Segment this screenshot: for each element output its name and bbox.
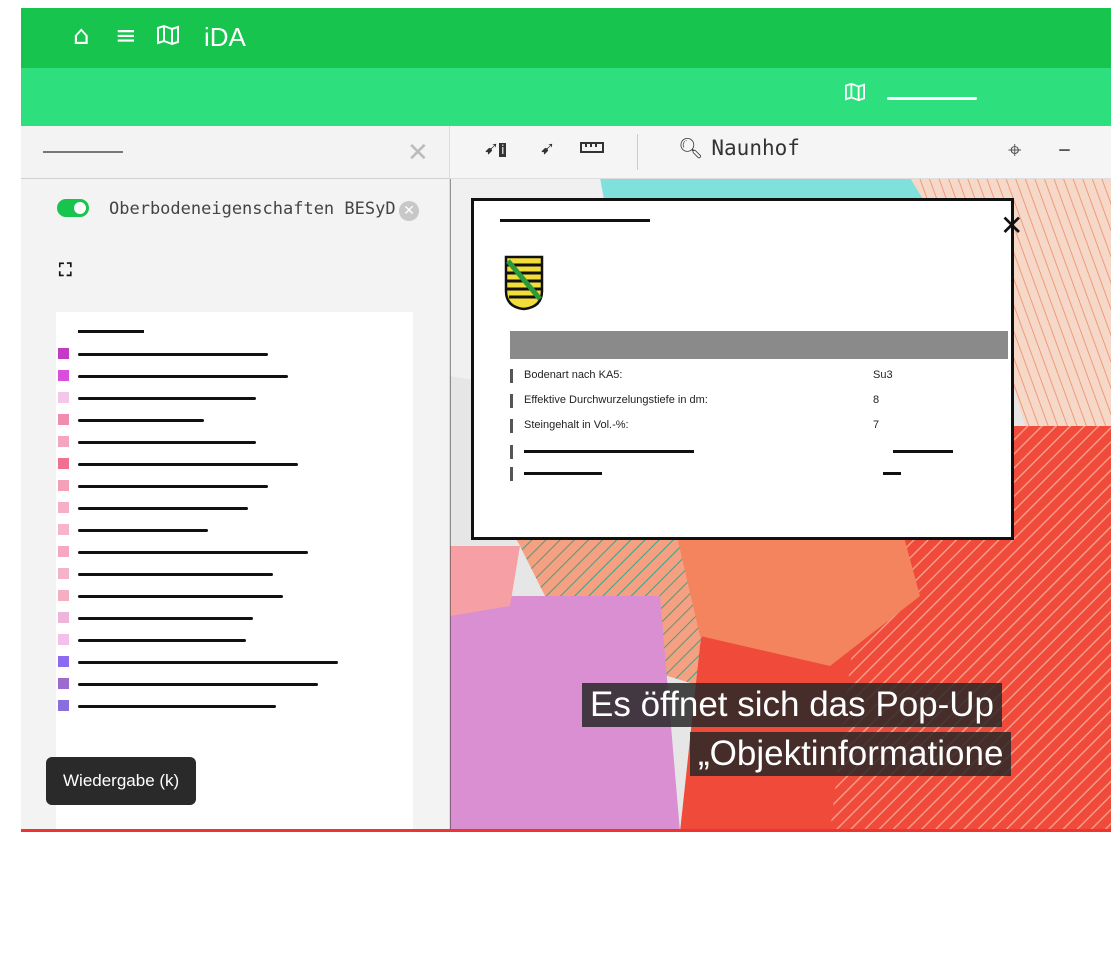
toolbar-separator (637, 134, 638, 170)
legend-label-placeholder (78, 397, 256, 400)
legend-label-placeholder (78, 529, 208, 532)
legend-label-placeholder (78, 419, 204, 422)
layer-visibility-toggle[interactable] (57, 199, 89, 217)
app-title: iDA (204, 22, 246, 52)
legend-swatch (58, 546, 69, 557)
legend-swatch (58, 370, 69, 381)
legend-swatch (58, 348, 69, 359)
ruler-icon[interactable] (580, 138, 604, 159)
legend-swatch (58, 480, 69, 491)
locate-icon[interactable]: ⌖ (1008, 136, 1022, 164)
legend-heading (78, 330, 144, 333)
map-search[interactable]: 🔍︎ Naunhof (678, 136, 800, 161)
video-subtitle-line-2: „Objektinformatione (690, 732, 1012, 776)
map-toolbar: ➹ i ➹ 🔍︎ Naunhof ⌖ – (450, 126, 1111, 179)
legend-swatch (58, 634, 69, 645)
property-value: 7 (873, 419, 880, 431)
property-value: Su3 (873, 369, 893, 381)
zoom-out-icon[interactable]: – (1058, 134, 1071, 164)
legend-label-placeholder (78, 485, 268, 488)
property-value: 8 (873, 394, 880, 406)
playback-tooltip: Wiedergabe (k) (46, 757, 197, 805)
legend-label-placeholder (78, 463, 298, 466)
search-input[interactable]: Naunhof (711, 136, 800, 160)
legend-label-placeholder (78, 705, 276, 708)
legend-label-placeholder (78, 617, 253, 620)
legend-label-placeholder (78, 639, 246, 642)
sidebar-header: ✕ (21, 126, 449, 179)
video-subtitle-line-1: Es öffnet sich das Pop-Up (582, 683, 1003, 727)
legend-label-placeholder (78, 441, 256, 444)
legend-swatch (58, 700, 69, 711)
property-key: Bodenart nach KA5: (524, 369, 623, 381)
saxony-crest-icon (504, 255, 544, 311)
layer-name: Oberbodeneigenschaften BESyD (109, 199, 396, 219)
search-icon: 🔍︎ (678, 136, 704, 160)
legend-swatch (58, 436, 69, 447)
map-icon[interactable] (156, 23, 180, 53)
property-key: Effektive Durchwurzelungstiefe in dm: (524, 394, 708, 406)
info-cursor-icon[interactable]: ➹ i (484, 138, 507, 159)
sidebar-title-placeholder (43, 151, 123, 153)
expand-icon[interactable]: ⛶ (59, 260, 72, 281)
pointer-icon[interactable]: ➹ (540, 138, 555, 159)
object-info-popup: ✕ Bodenart nach KA5: Su3 Effektive Durchwu… (471, 198, 1023, 540)
popup-title-placeholder (500, 219, 650, 222)
legend-swatch (58, 656, 69, 667)
legend-swatch (58, 392, 69, 403)
legend-swatch (58, 502, 69, 513)
layer-legend (56, 312, 413, 958)
legend-swatch (58, 590, 69, 601)
legend-label-placeholder (78, 595, 283, 598)
map-title-bar (21, 68, 1111, 126)
remove-layer-icon[interactable]: ✕ (399, 201, 419, 221)
legend-label-placeholder (78, 375, 288, 378)
map-title-placeholder (887, 97, 977, 100)
layer-sidebar: ✕ Oberbodeneigenschaften BESyD ✕ ⛶ (21, 126, 450, 958)
legend-swatch (58, 458, 69, 469)
popup-header-bar (510, 331, 1008, 359)
close-icon[interactable]: ✕ (1000, 209, 1023, 242)
property-key: Steingehalt in Vol.-%: (524, 419, 629, 431)
legend-label-placeholder (78, 551, 308, 554)
legend-label-placeholder (78, 683, 318, 686)
legend-swatch (58, 678, 69, 689)
legend-label-placeholder (78, 573, 273, 576)
legend-label-placeholder (78, 507, 248, 510)
legend-swatch (58, 414, 69, 425)
home-icon[interactable]: ⌂ (73, 21, 90, 51)
legend-label-placeholder (78, 353, 268, 356)
legend-swatch (58, 568, 69, 579)
legend-swatch (58, 612, 69, 623)
top-app-bar: ⌂ ≡ iDA (21, 8, 1111, 68)
map-icon (844, 82, 866, 108)
menu-icon[interactable]: ≡ (115, 21, 137, 51)
legend-swatch (58, 524, 69, 535)
legend-label-placeholder (78, 661, 338, 664)
close-icon[interactable]: ✕ (407, 138, 429, 168)
